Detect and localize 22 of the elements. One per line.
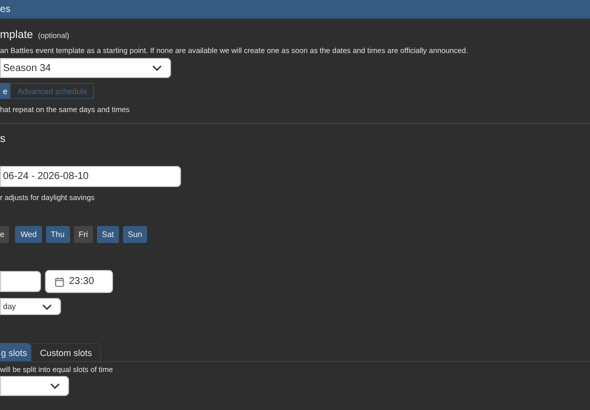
repeat-select[interactable]: day [0, 298, 61, 315]
weekday-toggle[interactable]: Fri [74, 226, 93, 243]
chevron-down-icon [152, 65, 162, 71]
schedule-mode-button[interactable]: e [0, 83, 10, 99]
end-time-field[interactable]: 23:30 [45, 270, 113, 293]
chevron-down-icon [42, 304, 52, 310]
template-select[interactable]: Season 34 [0, 58, 171, 78]
weekday-toggle[interactable]: Sun [122, 226, 148, 243]
section-title: mplate [0, 29, 34, 41]
weekday-toggle[interactable]: e [0, 226, 10, 243]
weekday-toggle[interactable]: Thu [46, 226, 70, 243]
weekday-toggle[interactable]: Wed [15, 226, 42, 243]
date-range-field[interactable]: 06-24 - 2026-08-10 [0, 166, 181, 187]
header-title: es [0, 4, 11, 14]
slot-tab[interactable]: g slots [0, 343, 32, 361]
slot-tab[interactable]: Custom slots [31, 343, 102, 361]
start-time-field[interactable] [0, 271, 41, 292]
weekday-toggle[interactable]: Sat [96, 226, 119, 243]
calendar-icon [55, 276, 64, 286]
section-title: s [0, 133, 6, 145]
slot-select[interactable] [0, 376, 69, 396]
chevron-down-icon [50, 383, 60, 389]
